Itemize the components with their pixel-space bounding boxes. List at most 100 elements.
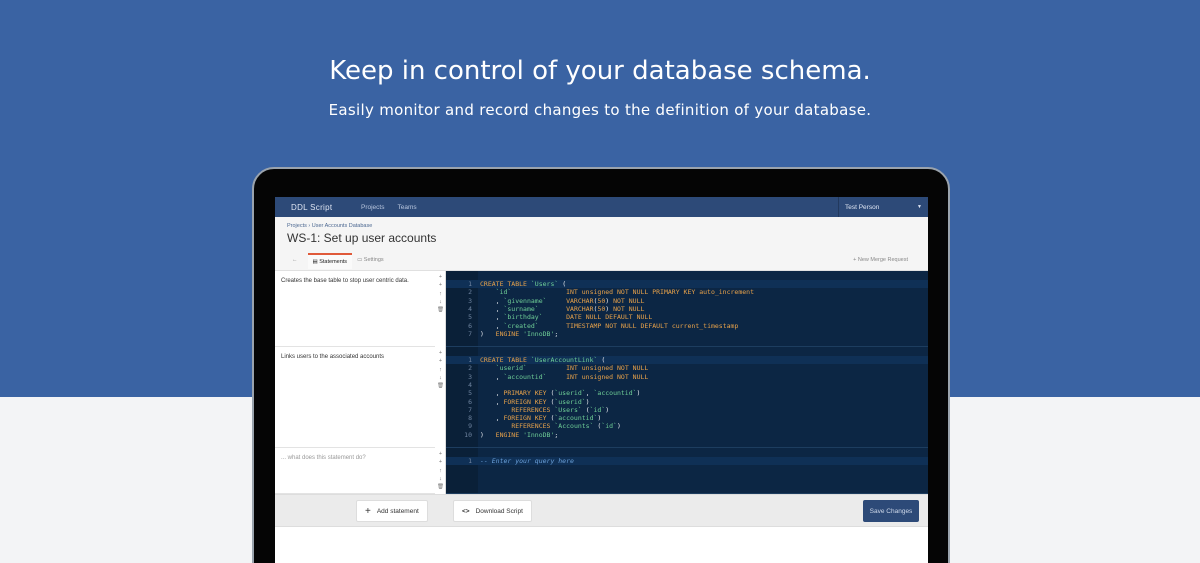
move-up-icon[interactable]: ↑ [435,467,446,475]
add-below-icon[interactable]: + [435,281,446,289]
breadcrumb[interactable]: Projects › User Accounts Database [287,223,372,229]
editor-footer: + Add statement <> Download Script Save … [275,494,928,527]
line-number: 6 [468,397,472,406]
code-line[interactable]: 2 `userid` INT unsigned NOT NULL [446,364,928,372]
tab-statements[interactable]: ▤ Statements [307,253,353,269]
code-line[interactable]: 4 [446,381,928,389]
line-number: 9 [468,422,472,431]
code-text: ) ENGINE 'InnoDB'; [480,430,559,439]
code-block[interactable]: 1 -- Enter your query here [446,448,928,494]
code-text: CREATE TABLE `UserAccountLink` ( [480,356,606,364]
code-line[interactable]: 6 , `created` TIMESTAMP NOT NULL DEFAULT… [446,322,928,330]
nav-projects[interactable]: Projects [361,204,384,211]
code-line[interactable]: 3 , `givenname` VARCHAR(50) NOT NULL [446,297,928,305]
line-number: 2 [468,288,472,297]
tab-settings[interactable]: ▭ Settings [352,253,389,269]
code-text: `userid` INT unsigned NOT NULL [495,364,649,373]
code-line[interactable]: 10) ENGINE 'InnoDB'; [446,431,928,439]
line-number: 5 [468,313,472,322]
code-line[interactable]: 8 , FOREIGN KEY (`accountid`) [446,414,928,422]
code-line[interactable]: 1 CREATE TABLE `Users` ( [446,280,928,289]
code-line[interactable]: 1 CREATE TABLE `UserAccountLink` ( [446,356,928,365]
add-statement-button[interactable]: + Add statement [356,500,428,522]
code-line[interactable]: 4 , `surname` VARCHAR(50) NOT NULL [446,305,928,313]
trash-icon[interactable]: 🗑 [435,306,446,314]
line-number: 2 [468,364,472,373]
add-above-icon[interactable]: + [435,349,446,357]
move-down-icon[interactable]: ↓ [435,475,446,483]
statement-description[interactable]: Creates the base table to stop user cent… [275,271,435,347]
code-text: -- Enter your query here [480,457,574,465]
code-line[interactable]: 7 ) ENGINE 'InnoDB'; [446,330,928,338]
line-number: 4 [468,304,472,313]
add-below-icon[interactable]: + [435,458,446,466]
line-number: 7 [468,405,472,414]
code-text: REFERENCES `Users` (`id`) [511,405,610,414]
add-below-icon[interactable]: + [435,357,446,365]
page-header: Projects › User Accounts Database WS-1: … [275,217,928,271]
code-block[interactable]: 1 CREATE TABLE `UserAccountLink` (2 `user… [446,347,928,448]
code-line[interactable]: 5 , PRIMARY KEY (`userid`, `accountid`) [446,389,928,397]
footer-blank-area [275,527,928,563]
statement-descriptions: Creates the base table to stop user cent… [275,271,446,494]
line-number: 1 [468,457,472,465]
code-text: , `givenname` VARCHAR(50) NOT NULL [480,296,645,305]
code-text: , `birthday` DATE NULL DEFAULT NULL [480,313,653,322]
move-down-icon[interactable]: ↓ [435,374,446,382]
line-number: 8 [468,414,472,423]
chevron-down-icon: ▼ [917,204,922,210]
statement-controls: + + ↑ ↓ 🗑 [435,450,446,491]
line-number: 5 [468,389,472,398]
move-up-icon[interactable]: ↑ [435,290,446,298]
top-navbar: DDL Script Projects Teams Test Person ▼ [275,197,928,217]
code-block[interactable]: 1 CREATE TABLE `Users` (2 `id` INT unsign… [446,271,928,347]
code-text: , PRIMARY KEY (`userid`, `accountid`) [480,389,641,398]
statement-controls: + + ↑ ↓ 🗑 [435,349,446,390]
line-number: 1 [468,280,472,288]
statement-description[interactable]: Links users to the associated accounts [275,347,435,448]
code-line[interactable]: 5 , `birthday` DATE NULL DEFAULT NULL [446,313,928,321]
code-line[interactable]: 1 -- Enter your query here [446,457,928,466]
code-icon: <> [462,507,470,515]
code-text: ) ENGINE 'InnoDB'; [480,329,559,338]
back-arrow-icon[interactable]: ← [287,253,308,269]
statement-controls: + + ↑ ↓ 🗑 [435,273,446,314]
trash-icon[interactable]: 🗑 [435,382,446,390]
page-title: WS-1: Set up user accounts table [287,231,437,245]
sql-editor[interactable]: 1 CREATE TABLE `Users` (2 `id` INT unsign… [446,271,928,494]
code-text: , `created` TIMESTAMP NOT NULL DEFAULT c… [480,321,739,330]
line-number: 6 [468,321,472,330]
line-number: 7 [468,329,472,338]
add-above-icon[interactable]: + [435,273,446,281]
code-line[interactable]: 9 REFERENCES `Accounts` (`id`) [446,422,928,430]
app-screen: DDL Script Projects Teams Test Person ▼ … [275,197,928,563]
nav-teams[interactable]: Teams [397,204,416,211]
save-changes-button[interactable]: Save Changes [863,500,919,522]
line-number-gutter [446,448,478,493]
trash-icon[interactable]: 🗑 [435,483,446,491]
user-menu[interactable]: Test Person ▼ [838,197,928,217]
move-down-icon[interactable]: ↓ [435,298,446,306]
code-text: CREATE TABLE `Users` ( [480,280,567,288]
line-number: 3 [468,372,472,381]
code-line[interactable]: 2 `id` INT unsigned NOT NULL PRIMARY KEY… [446,288,928,296]
code-line[interactable]: 7 REFERENCES `Users` (`id`) [446,406,928,414]
add-above-icon[interactable]: + [435,450,446,458]
statement-description[interactable]: ... what does this statement do? [275,448,435,494]
code-text: , `accountid` INT unsigned NOT NULL [480,372,649,381]
code-text: `id` INT unsigned NOT NULL PRIMARY KEY a… [495,288,754,297]
monitor-icon: ▭ [357,257,364,263]
line-number: 3 [468,296,472,305]
new-merge-request-button[interactable]: + New Merge Request [853,257,908,263]
code-line[interactable]: 6 , FOREIGN KEY (`userid`) [446,398,928,406]
brand-logo[interactable]: DDL Script [291,203,361,212]
line-number: 1 [468,356,472,364]
hero-title: Keep in control of your database schema. [329,56,871,86]
move-up-icon[interactable]: ↑ [435,366,446,374]
code-text: , `surname` VARCHAR(50) NOT NULL [480,304,645,313]
download-script-button[interactable]: <> Download Script [453,500,532,522]
code-line[interactable]: 3 , `accountid` INT unsigned NOT NULL [446,373,928,381]
code-text: , FOREIGN KEY (`accountid`) [480,414,602,423]
code-text: REFERENCES `Accounts` (`id`) [511,422,621,431]
tab-bar: ← ▤ Statements ▭ Settings [287,253,389,269]
